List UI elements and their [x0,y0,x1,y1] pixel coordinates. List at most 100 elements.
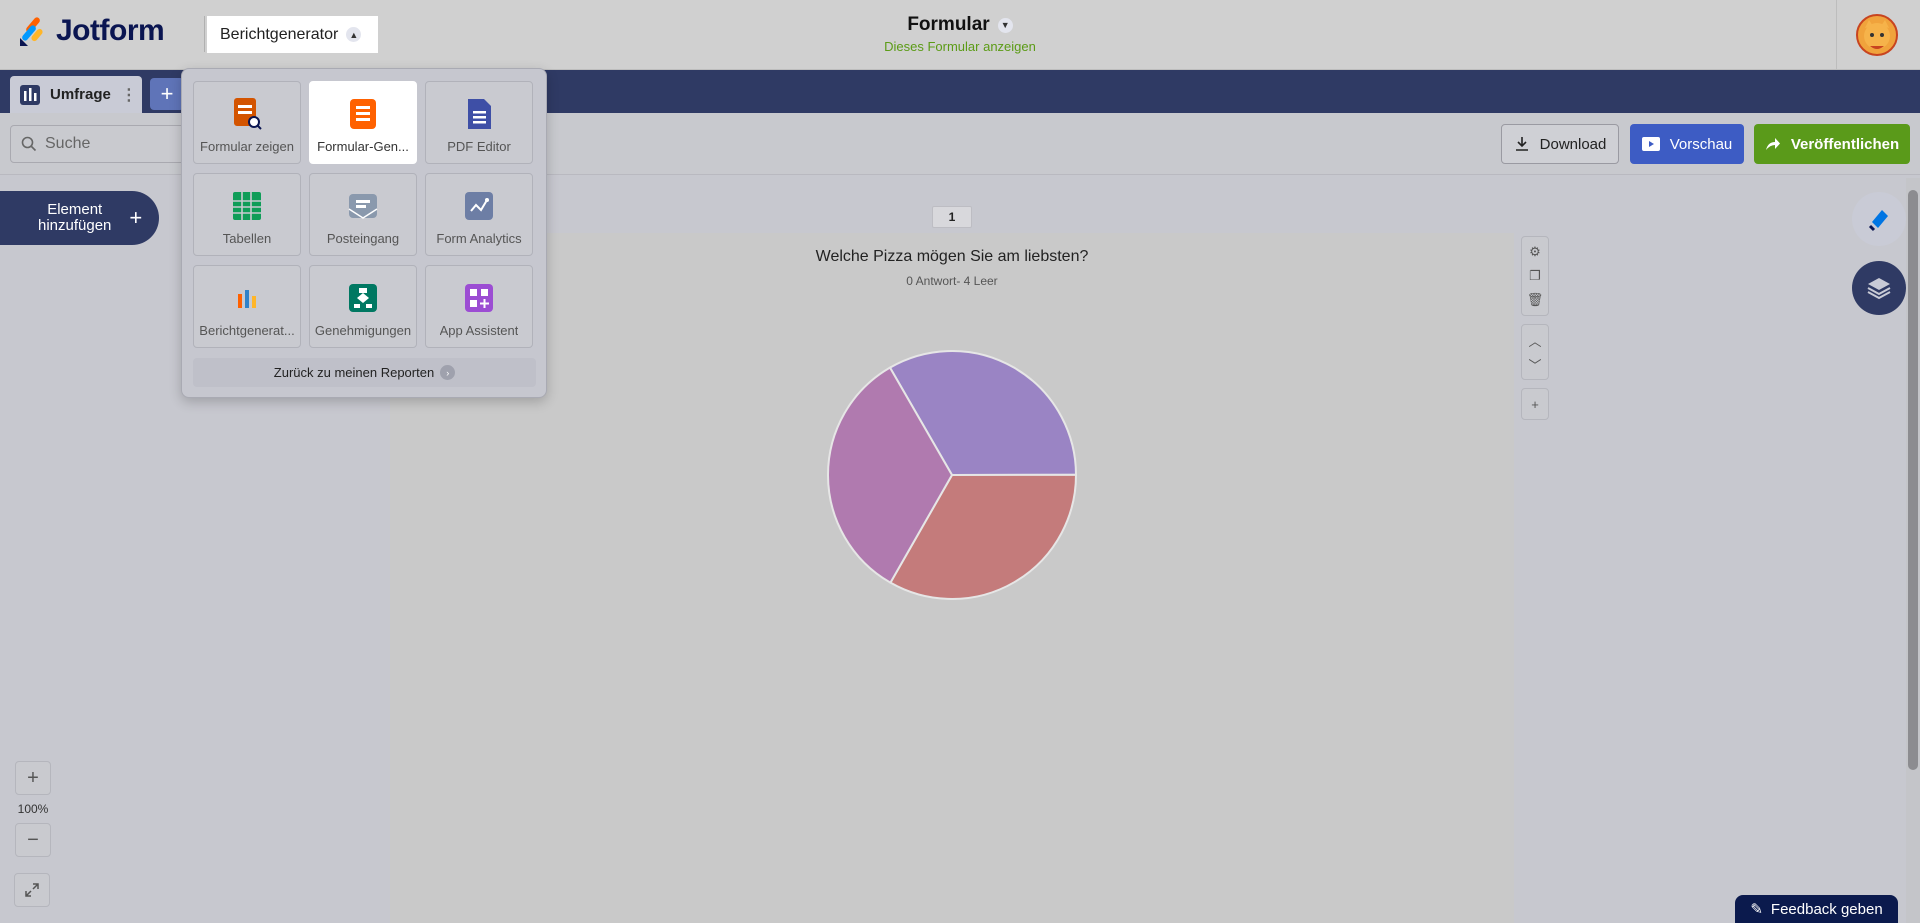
layers-button[interactable] [1852,261,1906,315]
search-input[interactable]: Suche [10,125,200,163]
user-avatar[interactable] [1856,14,1898,56]
report-builder-icon [232,282,262,314]
chart-title: Welche Pizza mögen Sie am liebsten? [815,248,1089,265]
add-element-label-line2: hinzufügen [38,217,112,234]
report-tab-icon [20,84,40,105]
jotform-logo[interactable]: Jotform [18,14,165,48]
app-switcher-button[interactable]: Berichtgenerator ▲ [207,16,378,53]
add-plus-icon[interactable]: + [1522,392,1548,416]
publish-button[interactable]: Veröffentlichen [1754,124,1910,164]
app-grid: Formular zeigen Formular-Gen... PDF Editor… [193,81,533,348]
feedback-icon: ✎ [1750,901,1763,918]
app-menu-item-label: Form Analytics [436,231,522,246]
element-tools: ⚙ ❐ 🗑 ︿ ﹀ + [1521,236,1549,428]
analytics-icon [464,190,494,222]
app-menu-item-label: Formular zeigen [200,139,294,154]
app-menu-item-label: Formular-Gen... [317,139,409,154]
feedback-button[interactable]: ✎ Feedback geben [1735,895,1898,923]
avatar-cat-icon [1864,20,1890,49]
tables-icon [232,190,262,222]
search-icon [21,136,37,152]
design-paint-button[interactable] [1852,192,1906,246]
search-placeholder: Suche [45,135,91,152]
download-icon [1515,137,1528,151]
app-menu-item-label: Genehmigungen [314,323,412,338]
app-menu-item[interactable]: Tabellen [193,173,301,256]
report-page: Welche Pizza mögen Sie am liebsten? 0 An… [390,233,1514,923]
top-header: Jotform Berichtgenerator ▲ Formular ▼ Di… [0,0,1920,70]
zoom-controls: + 100% − [14,761,52,871]
back-to-reports-button[interactable]: Zurück zu meinen Reporten › [193,358,536,387]
add-tab-button[interactable]: + [150,78,184,110]
chevron-up-icon: ▲ [346,27,362,42]
header-divider-right [1836,0,1837,70]
app-menu-item-label: Posteingang [326,231,400,246]
publish-label: Veröffentlichen [1790,135,1900,153]
app-menu-item[interactable]: Genehmigungen [309,265,417,348]
form-title-area: Formular ▼ Dieses Formular anzeigen [860,14,1060,54]
chevron-right-icon: › [440,365,456,380]
app-menu-item[interactable]: Form Analytics [425,173,533,256]
app-switcher-label: Berichtgenerator [220,25,339,43]
jotform-logo-icon [18,14,48,48]
download-label: Download [1539,135,1607,153]
add-element-label-line1: Element [47,201,103,218]
page-number[interactable]: 1 [932,206,972,228]
app-menu-item[interactable]: Berichtgenerat... [193,265,301,348]
form-title: Formular [907,14,990,35]
chart-subtitle: 0 Antwort- 4 Leer [906,274,998,288]
approvals-icon [348,282,378,314]
zoom-in-button[interactable]: + [15,761,51,795]
add-actions: + [1521,388,1549,420]
move-actions: ︿ ﹀ [1521,324,1549,380]
app-menu-item[interactable]: App Assistent [425,265,533,348]
move-down-chevron-icon[interactable]: ﹀ [1522,352,1548,376]
add-element-label: Element hinzufügen [38,202,111,234]
form-search-icon [232,98,262,130]
duplicate-icon[interactable]: ❐ [1522,264,1548,288]
inbox-icon [348,190,378,222]
app-builder-icon [464,282,494,314]
preview-label: Vorschau [1669,135,1733,153]
view-form-link[interactable]: Dieses Formular anzeigen [860,39,1060,54]
share-arrow-icon [1765,138,1780,150]
header-divider [204,16,205,52]
play-icon [1641,137,1660,151]
app-menu-item-label: PDF Editor [447,139,511,154]
tab-umfrage[interactable]: Umfrage ⋮ [10,76,142,113]
app-switcher-menu: Formular zeigen Formular-Gen... PDF Editor… [181,68,547,398]
tab-menu-icon[interactable]: ⋮ [121,85,137,105]
pie-chart[interactable] [827,350,1077,600]
app-menu-item[interactable]: Formular zeigen [193,81,301,164]
fit-screen-button[interactable] [14,873,50,907]
app-menu-item[interactable]: Formular-Gen... [309,81,417,164]
scrollbar-thumb[interactable] [1908,190,1918,770]
download-button[interactable]: Download [1501,124,1619,164]
pdf-editor-icon [464,98,494,130]
settings-gear-icon[interactable]: ⚙ [1522,240,1548,264]
form-title-button[interactable]: Formular ▼ [907,14,1013,36]
move-up-chevron-icon[interactable]: ︿ [1522,328,1548,352]
app-menu-item-label: App Assistent [439,323,519,338]
back-label: Zurück zu meinen Reporten [273,365,435,380]
app-menu-item-label: Berichtgenerat... [199,323,295,338]
chevron-down-icon: ▼ [997,17,1013,33]
zoom-level: 100% [17,802,49,816]
app-menu-item[interactable]: Posteingang [309,173,417,256]
app-menu-item-label: Tabellen [222,231,272,246]
element-actions: ⚙ ❐ 🗑 [1521,236,1549,316]
form-builder-icon [348,98,378,130]
plus-icon: + [129,205,143,230]
preview-button[interactable]: Vorschau [1630,124,1744,164]
layers-icon [1867,278,1891,300]
tab-label: Umfrage [50,86,111,103]
feedback-label: Feedback geben [1770,900,1883,918]
vertical-scrollbar[interactable] [1906,178,1920,923]
delete-trash-icon[interactable]: 🗑 [1522,288,1548,312]
app-menu-item[interactable]: PDF Editor [425,81,533,164]
expand-icon [25,883,39,897]
paint-roller-icon [1868,210,1888,232]
logo-text: Jotform [56,14,165,47]
add-element-button[interactable]: Element hinzufügen + [0,191,159,245]
zoom-out-button[interactable]: − [15,823,51,857]
